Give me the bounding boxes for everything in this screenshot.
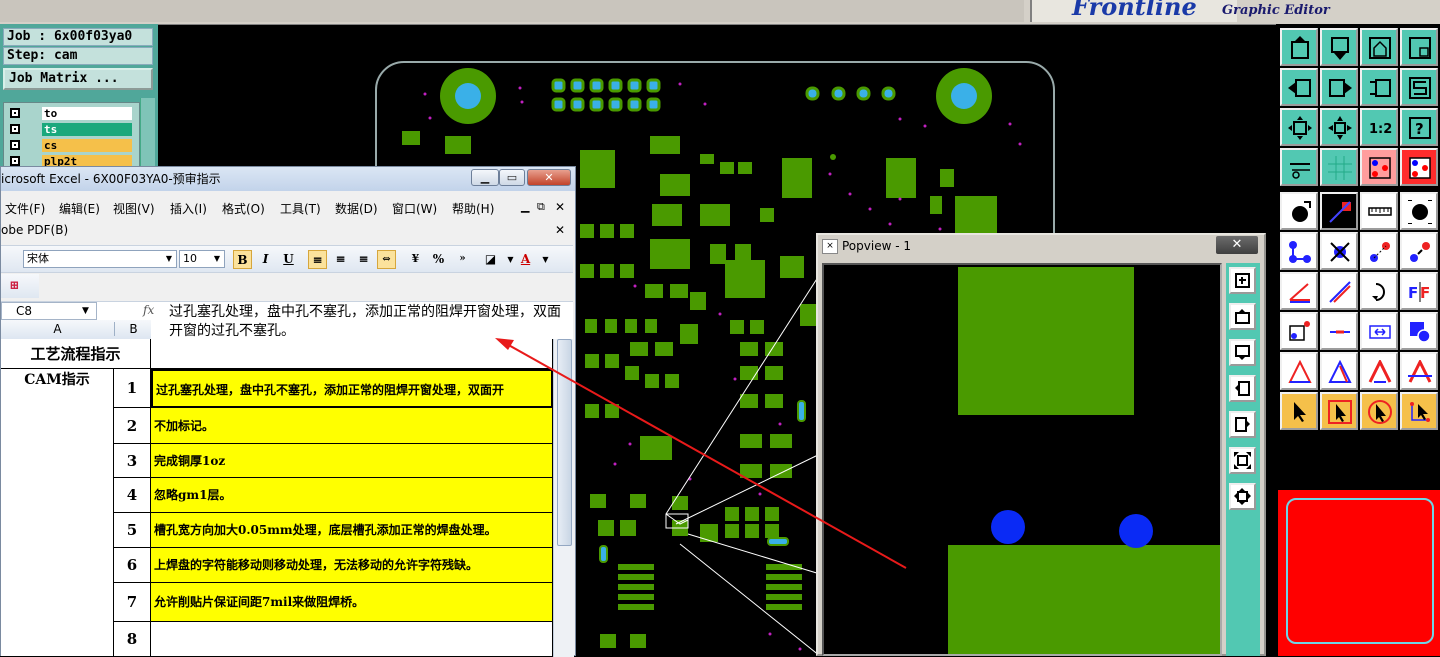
- annotation-arrow: [495, 338, 907, 569]
